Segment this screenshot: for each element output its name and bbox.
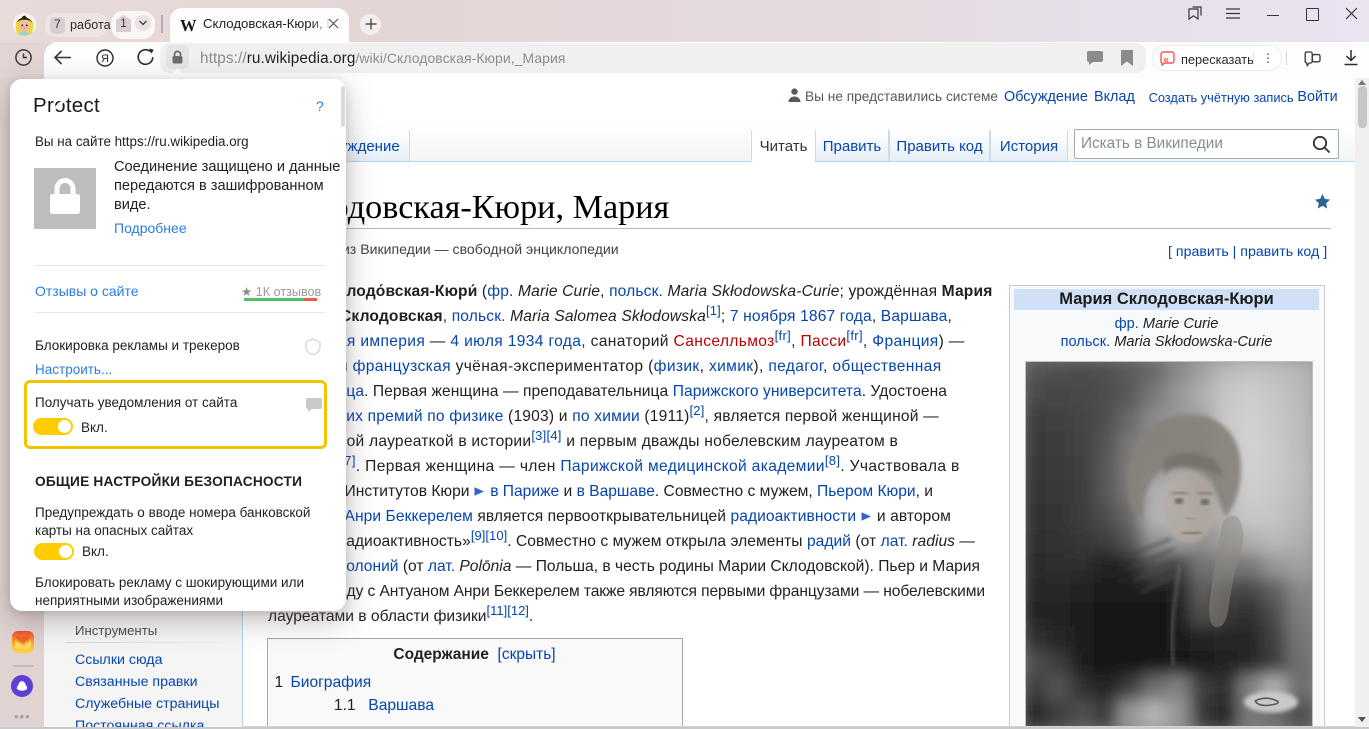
svg-text:Я: Я (101, 53, 109, 65)
svg-text:«: « (1163, 55, 1169, 66)
